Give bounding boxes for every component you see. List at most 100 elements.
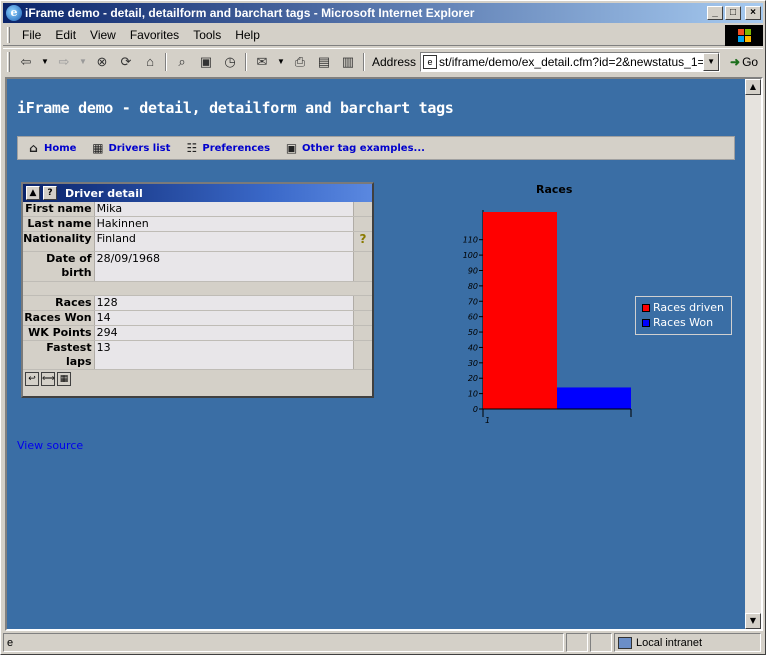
home-icon[interactable]: ⌂ [141, 53, 159, 71]
chart-legend: Races driven Races Won [635, 296, 732, 335]
nav-examples-label: Other tag examples... [302, 142, 425, 154]
legend-label: Races Won [653, 316, 714, 329]
nav-preferences[interactable]: ☷ Preferences [184, 141, 270, 155]
menu-tools[interactable]: Tools [187, 28, 229, 42]
back-icon[interactable]: ⇦ [17, 53, 35, 71]
status-bar: e Local intranet [3, 633, 763, 653]
edit-icon[interactable]: ▤ [315, 53, 333, 71]
address-bar[interactable]: e st/iframe/demo/ex_detail.cfm?id=2&news… [420, 51, 721, 72]
driver-detail-panel: ▲ ? Driver detail First name Mika Last n… [21, 182, 374, 398]
address-input[interactable]: st/iframe/demo/ex_detail.cfm?id=2&newsta… [439, 55, 703, 69]
mail-icon[interactable]: ✉ [253, 53, 271, 71]
menu-favorites[interactable]: Favorites [124, 28, 187, 42]
detail-footer: ↩ ⟺ ▦ [23, 370, 372, 388]
vertical-scrollbar[interactable]: ▲ ▼ [745, 79, 761, 629]
field-value: 128 [93, 296, 355, 310]
collapse-icon[interactable]: ▲ [26, 186, 40, 200]
page-status-icon: e [7, 636, 14, 649]
home-icon: ⌂ [29, 141, 38, 155]
history-icon[interactable]: ◷ [221, 53, 239, 71]
toolbar-grip [7, 51, 10, 72]
nav-drivers-list[interactable]: ▦ Drivers list [90, 141, 170, 155]
toolbar-separator [363, 52, 365, 71]
legend-swatch-red [642, 303, 650, 312]
toolbar: ⇦ ▼ ⇨ ▼ ⊗ ⟳ ⌂ ⌕ ▣ ◷ ✉ ▼ ⎙ ▤ ▥ Address e … [3, 48, 763, 74]
field-label: Races Won [24, 311, 92, 324]
nav-home[interactable]: ⌂ Home [26, 141, 76, 155]
address-dropdown-icon[interactable]: ▼ [703, 52, 720, 71]
field-value: Mika [93, 202, 355, 216]
scroll-down-icon[interactable]: ▼ [745, 613, 761, 629]
nationality-help-icon[interactable]: ? [354, 232, 372, 251]
detail-row: Nationality Finland ? [23, 232, 372, 252]
ie-logo-icon: e [6, 5, 22, 21]
field-label: Date of birth [46, 252, 92, 279]
windows-logo-icon [725, 25, 763, 46]
page-title: iFrame demo - detail, detailform and bar… [17, 99, 454, 117]
stop-icon[interactable]: ⊗ [93, 53, 111, 71]
menu-file[interactable]: File [16, 28, 49, 42]
bar-races-driven [483, 212, 557, 409]
grid-icon[interactable]: ▦ [57, 372, 71, 386]
mail-dropdown-icon[interactable]: ▼ [277, 53, 285, 71]
detail-row: Races Won 14 [23, 311, 372, 326]
detail-header: ▲ ? Driver detail [23, 184, 372, 202]
code-icon[interactable]: ⟺ [41, 372, 55, 386]
address-label: Address [372, 54, 417, 69]
scroll-up-icon[interactable]: ▲ [745, 79, 761, 95]
search-icon[interactable]: ⌕ [173, 53, 191, 71]
nav-home-label: Home [44, 142, 77, 154]
status-main: e [3, 633, 564, 652]
close-button[interactable]: × [745, 6, 761, 20]
help-button-icon[interactable]: ? [43, 186, 57, 200]
detail-row: Last name Hakinnen [23, 217, 372, 232]
forward-icon[interactable]: ⇨ [55, 53, 73, 71]
preferences-icon: ☷ [186, 141, 198, 155]
question-icon: ? [359, 232, 367, 246]
y-tick-label: 110 [463, 236, 478, 245]
status-pane [590, 633, 612, 652]
page-icon: e [423, 54, 438, 69]
detail-row: WK Points 294 [23, 326, 372, 341]
menu-edit[interactable]: Edit [49, 28, 84, 42]
browser-window: e iFrame demo - detail, detailform and b… [0, 0, 766, 655]
field-label: Fastest laps [46, 341, 92, 368]
minimize-button[interactable]: _ [707, 6, 723, 20]
print-icon[interactable]: ⎙ [291, 53, 309, 71]
refresh-icon[interactable]: ⟳ [117, 53, 135, 71]
y-tick-label: 90 [468, 266, 478, 275]
menu-help[interactable]: Help [229, 28, 268, 42]
field-label: Nationality [23, 232, 92, 245]
field-label: First name [25, 202, 92, 215]
go-button[interactable]: ➜ Go [730, 55, 758, 69]
favorites-icon[interactable]: ▣ [197, 53, 215, 71]
bar-chart: 0 10 20 30 40 50 60 70 80 90 100 110 1 [463, 210, 632, 425]
grid-icon: ▦ [92, 141, 104, 155]
legend-swatch-blue [642, 318, 650, 327]
toolbar-separator [245, 52, 247, 71]
zone-label: Local intranet [636, 636, 703, 649]
field-value: Finland [93, 232, 355, 251]
y-tick-label: 60 [468, 313, 478, 322]
discuss-icon[interactable]: ▥ [339, 53, 357, 71]
intranet-icon [618, 636, 632, 649]
title-bar[interactable]: e iFrame demo - detail, detailform and b… [3, 3, 763, 23]
field-value: Hakinnen [93, 217, 355, 231]
maximize-button[interactable]: □ [725, 6, 741, 20]
menu-view[interactable]: View [84, 28, 124, 42]
back-dropdown-icon[interactable]: ▼ [41, 53, 49, 71]
legend-item: Races Won [642, 315, 731, 330]
field-label: Races [55, 296, 92, 309]
back-icon[interactable]: ↩ [25, 372, 39, 386]
window-title: iFrame demo - detail, detailform and bar… [25, 6, 475, 20]
examples-icon: ▣ [285, 141, 298, 155]
detail-row: Races 128 [23, 296, 372, 311]
nav-drivers-label: Drivers list [108, 142, 171, 154]
page-viewport: iFrame demo - detail, detailform and bar… [5, 77, 763, 631]
forward-dropdown-icon[interactable]: ▼ [79, 53, 87, 71]
nav-other-examples[interactable]: ▣ Other tag examples... [284, 141, 425, 155]
view-source-link[interactable]: View source [17, 439, 83, 452]
toolbar-separator [165, 52, 167, 71]
detail-row: Fastest laps 13 [23, 341, 372, 370]
field-label: Last name [27, 217, 92, 230]
